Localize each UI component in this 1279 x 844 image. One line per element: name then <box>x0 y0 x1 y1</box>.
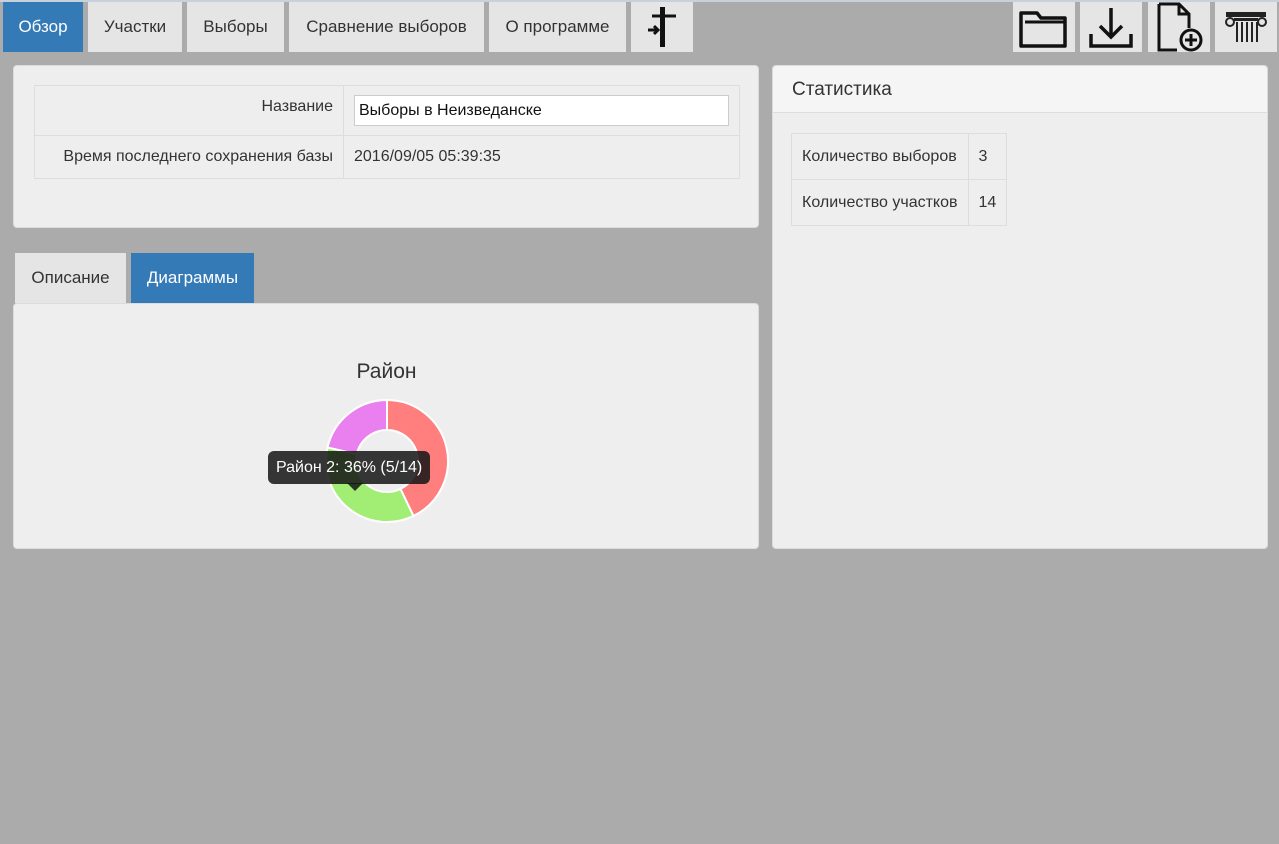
signpost-icon <box>648 7 676 47</box>
tab-about[interactable]: О программе <box>489 2 626 52</box>
last-saved-value: 2016/09/05 05:39:35 <box>343 135 740 179</box>
info-table: Название Время последнего сохранения баз… <box>34 85 740 179</box>
chart-title: Район <box>356 360 417 383</box>
chart-panel: Район Район 2: 36% (5/14) <box>13 303 759 549</box>
table-row: Время последнего сохранения базы 2016/09… <box>34 135 740 179</box>
tab-precincts[interactable]: Участки <box>88 2 182 52</box>
elections-count-label: Количество выборов <box>791 133 969 180</box>
download-button[interactable] <box>1080 2 1142 52</box>
tab-charts[interactable]: Диаграммы <box>131 253 254 303</box>
signpost-button[interactable] <box>631 2 693 52</box>
open-button[interactable] <box>1013 2 1075 52</box>
election-name-input[interactable] <box>354 95 729 126</box>
donut-slice-3[interactable] <box>326 398 388 456</box>
tab-elections[interactable]: Выборы <box>187 2 284 52</box>
last-saved-label: Время последнего сохранения базы <box>34 135 344 179</box>
column-button[interactable] <box>1215 2 1277 52</box>
info-panel: Название Время последнего сохранения баз… <box>13 65 759 228</box>
tooltip-caret <box>347 483 363 491</box>
stats-table: Количество выборов 3 Количество участков… <box>791 133 1008 226</box>
stats-title: Статистика <box>773 66 1267 113</box>
tab-compare-elections[interactable]: Сравнение выборов <box>289 2 484 52</box>
precincts-count-label: Количество участков <box>791 179 969 226</box>
new-file-button[interactable] <box>1148 2 1210 52</box>
table-row: Количество выборов 3 <box>791 133 1008 180</box>
elections-count-value: 3 <box>967 133 1008 180</box>
chart-tooltip: Район 2: 36% (5/14) <box>268 451 431 484</box>
tab-overview[interactable]: Обзор <box>3 2 83 52</box>
column-icon <box>1225 12 1267 42</box>
table-row: Количество участков 14 <box>791 179 1008 226</box>
tab-description[interactable]: Описание <box>15 253 126 303</box>
folder-icon <box>1019 11 1067 48</box>
precincts-count-value: 14 <box>967 179 1008 226</box>
new-file-icon <box>1157 2 1203 52</box>
stats-panel: Статистика Количество выборов 3 Количест… <box>772 65 1268 549</box>
table-row: Название <box>34 85 740 136</box>
download-icon <box>1089 8 1133 48</box>
name-label: Название <box>34 85 344 136</box>
